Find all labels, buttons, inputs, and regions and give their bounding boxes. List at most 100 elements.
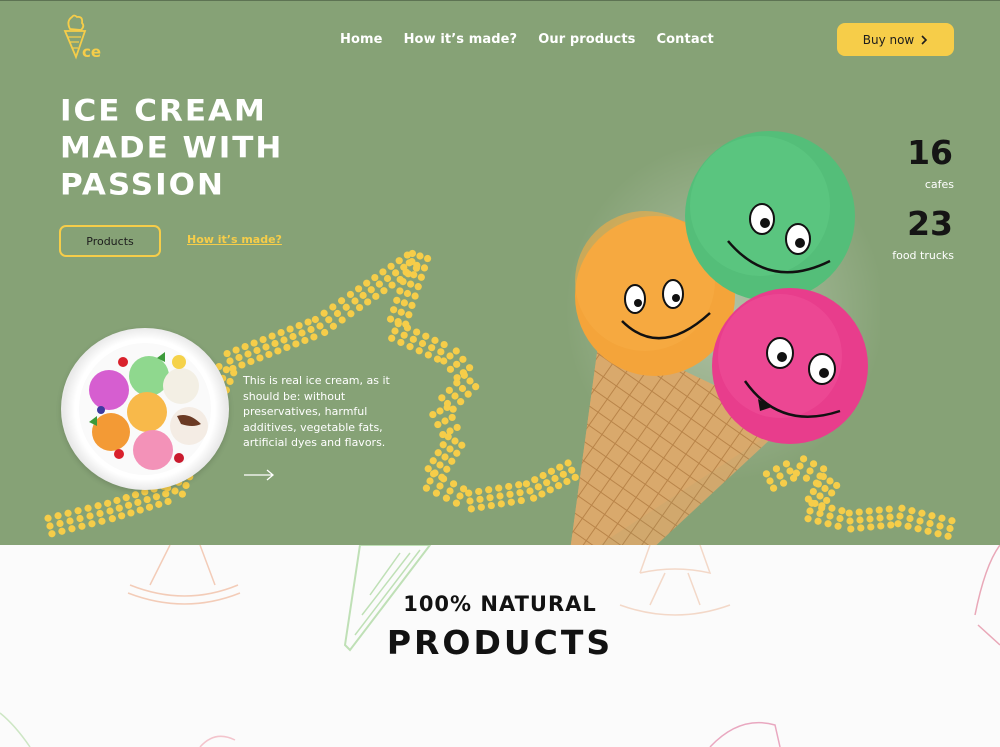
decor-dot [448,457,456,465]
decor-dot [887,521,895,529]
decor-dot [433,355,442,363]
decor-dot [415,347,423,355]
decor-dot [476,495,484,503]
decor-dot [396,287,404,295]
decor-dot [355,303,364,312]
decor-dot [262,343,270,351]
decor-dot [354,285,363,293]
decor-dot [283,343,291,352]
decor-dot [428,344,436,352]
decor-dot [364,298,372,306]
decor-dot [918,509,926,517]
decor-dot [118,512,126,520]
decor-dot [289,332,297,341]
decor-dot [551,474,559,483]
decor-dot [456,492,464,500]
nav-home[interactable]: Home [340,32,383,47]
decor-dot [310,333,318,341]
products-button[interactable]: Products [59,225,161,257]
decor-dot [301,336,309,345]
decor-dot [466,497,474,505]
headline-line-3: PASSION [60,167,225,203]
decor-dot [395,257,403,265]
decor-dot [265,350,273,359]
decor-dot [280,336,288,344]
decor-dot [88,520,96,528]
decor-dot [329,322,337,330]
hero-headline: ICE CREAM MADE WITH PASSION [60,93,283,204]
decor-dot [429,470,438,478]
decor-dot [948,517,956,525]
decor-dot [397,338,405,347]
decor-dot [407,280,415,288]
decor-dot [295,321,303,330]
decor-dot [292,340,300,348]
nav-our-products[interactable]: Our products [538,32,635,47]
decor-dot [78,522,86,530]
decor-dot [886,513,894,521]
decor-dot [244,350,252,358]
decor-dot [253,346,261,355]
main-nav: Home How it’s made? Our products Contact [340,32,735,47]
how-its-made-link[interactable]: How it’s made? [187,233,282,246]
decor-dot [98,517,106,525]
decor-dot [325,316,333,324]
decor-dot [439,441,447,449]
decor-dot [408,249,417,258]
decor-dot [268,332,276,340]
decor-dot [505,482,513,491]
decor-dot [438,394,446,402]
chevron-right-icon [921,34,928,45]
nav-contact[interactable]: Contact [657,32,714,47]
decor-dot [437,348,445,356]
stat-cafes-label: cafes [924,178,954,191]
decor-dot [379,268,387,276]
arrow-right-icon[interactable] [243,468,275,482]
decor-dot [467,505,475,513]
decor-dot [422,332,430,340]
decor-dot [506,490,514,498]
decor-dot [464,390,472,398]
decor-dot [431,336,439,344]
decor-dot [517,496,525,505]
decor-dot [452,347,460,355]
decor-dot [496,492,504,500]
decor-dot [403,289,412,298]
decor-dot [405,311,413,319]
decor-dot [338,316,346,324]
decor-dot [460,371,468,379]
decor-dot [457,398,465,406]
decor-dot [453,360,461,368]
nav-how-its-made[interactable]: How it’s made? [404,32,518,47]
decor-dot [486,494,494,502]
decor-dot [143,495,151,504]
decor-dot [127,509,135,517]
decor-dot [391,327,399,335]
logo-icon[interactable]: ce [58,13,108,61]
decor-dot [432,489,441,497]
decor-dot [104,499,112,507]
decor-dot [386,315,395,323]
decor-dot [472,383,480,391]
decor-dot [413,261,421,269]
decor-dot [529,494,538,502]
decor-dot [232,346,240,354]
decor-dot [351,297,359,305]
decor-dot [946,524,954,533]
buy-now-button[interactable]: Buy now [837,23,954,56]
decor-dot [403,324,412,332]
decor-dot [329,303,337,311]
decor-dot [423,254,432,263]
decor-dot [256,354,264,362]
decor-dot [906,514,914,523]
decor-dot [388,334,396,342]
decor-dot [495,484,503,492]
decor-dot [145,503,154,511]
decor-dot [416,252,424,260]
decor-dot [944,532,952,540]
decor-dot [363,279,371,287]
decor-dot [311,315,319,324]
decor-dot [286,325,294,333]
decor-dot [439,475,448,483]
decor-dot [448,413,456,422]
